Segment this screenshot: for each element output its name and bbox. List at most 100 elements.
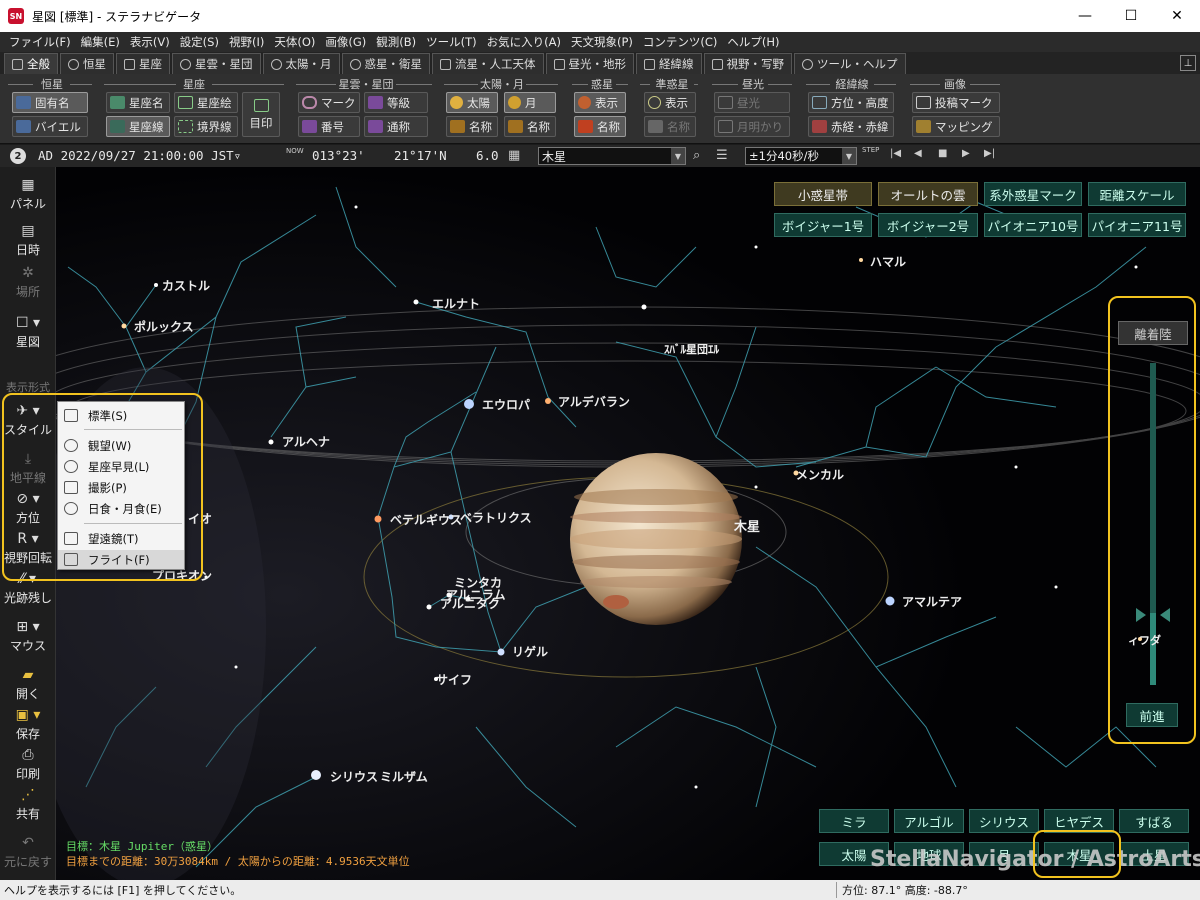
label-alhena[interactable]: アルヘナ xyxy=(282,433,330,450)
nebula-number-toggle[interactable]: 番号 xyxy=(298,116,360,137)
datetime-button[interactable]: ▤ 日時 xyxy=(0,223,56,258)
label-rigel[interactable]: リゲル xyxy=(512,643,548,660)
open-button[interactable]: ▰ 開く xyxy=(0,667,56,702)
landmark-toggle[interactable]: 目印 xyxy=(242,92,280,137)
menu-phenomena[interactable]: 天文現象(P) xyxy=(566,34,638,50)
tab-stars[interactable]: 恒星 xyxy=(60,53,114,74)
sun-toggle[interactable]: 太陽 xyxy=(446,92,498,113)
mode-badge[interactable]: 2 xyxy=(10,148,26,164)
goto-mira-button[interactable]: ミラ xyxy=(819,809,889,833)
panel-button[interactable]: ▦ パネル xyxy=(0,177,56,212)
target-object-select[interactable]: 木星 ▼ xyxy=(538,147,686,165)
daylight-toggle[interactable]: 昼光 xyxy=(714,92,790,113)
post-mark-toggle[interactable]: 投稿マーク xyxy=(912,92,1000,113)
style-flight-item[interactable]: フライト(F) xyxy=(58,550,184,569)
goto-algol-button[interactable]: アルゴル xyxy=(894,809,964,833)
menu-favorites[interactable]: お気に入り(A) xyxy=(482,34,566,50)
menu-file[interactable]: ファイル(F) xyxy=(4,34,76,50)
moonlight-toggle[interactable]: 月明かり xyxy=(714,116,790,137)
label-europa[interactable]: エウロパ xyxy=(482,396,530,413)
time-step-select[interactable]: ±1分40秒/秒 ▼ xyxy=(745,147,857,165)
nebula-magnitude-toggle[interactable]: 等級 xyxy=(364,92,428,113)
pioneer10-button[interactable]: パイオニア10号 xyxy=(984,213,1082,237)
maximize-button[interactable]: ☐ xyxy=(1108,0,1154,32)
style-observe-item[interactable]: 観望(W) xyxy=(58,436,184,455)
datetime-display[interactable]: AD 2022/09/27 21:00:00 JST▿ xyxy=(38,148,241,163)
menu-settings[interactable]: 設定(S) xyxy=(175,34,224,50)
distance-scale-button[interactable]: 距離スケール xyxy=(1088,182,1186,206)
zoom-display[interactable]: 6.0 xyxy=(476,148,499,163)
voyager2-button[interactable]: ボイジャー2号 xyxy=(878,213,978,237)
radec-grid-toggle[interactable]: 赤経・赤緯 xyxy=(808,116,894,137)
tab-general[interactable]: 全般 xyxy=(4,53,58,74)
menu-tools[interactable]: ツール(T) xyxy=(421,34,482,50)
style-photo-item[interactable]: 撮影(P) xyxy=(58,478,184,497)
stop-icon[interactable]: ■ xyxy=(938,148,947,159)
exoplanet-mark-button[interactable]: 系外惑星マーク xyxy=(984,182,1082,206)
mouse-button[interactable]: ⊞ ▾ マウス xyxy=(0,619,56,654)
menu-view[interactable]: 表示(V) xyxy=(125,34,175,50)
label-amalthea[interactable]: アマルテア xyxy=(902,593,962,610)
menu-object[interactable]: 天体(O) xyxy=(269,34,320,50)
skip-back-icon[interactable]: |◀ xyxy=(890,148,901,159)
list-icon[interactable]: ☰ xyxy=(716,148,728,163)
label-castor[interactable]: カストル xyxy=(162,277,210,294)
tab-sun-moon[interactable]: 太陽・月 xyxy=(262,53,340,74)
menu-observe[interactable]: 観測(B) xyxy=(371,34,421,50)
goto-pleiades-button[interactable]: すばる xyxy=(1119,809,1189,833)
sky-view[interactable]: 小惑星帯 オールトの雲 系外惑星マーク 距離スケール ボイジャー1号 ボイジャー… xyxy=(56,167,1200,880)
asteroid-belt-button[interactable]: 小惑星帯 xyxy=(774,182,872,206)
oort-cloud-button[interactable]: オールトの雲 xyxy=(878,182,978,206)
style-planisphere-item[interactable]: 星座早見(L) xyxy=(58,457,184,476)
chart-button[interactable]: ☐ ▾ 星図 xyxy=(0,315,56,350)
label-hamal[interactable]: ハマル xyxy=(870,253,906,270)
mapping-toggle[interactable]: マッピング xyxy=(912,116,1000,137)
tab-tools-help[interactable]: ツール・ヘルプ xyxy=(794,53,906,74)
bayer-toggle[interactable]: バイエル xyxy=(12,116,88,137)
label-overlap[interactable]: ｽﾊﾞﾙ星団ｴﾙ xyxy=(664,341,719,357)
now-icon[interactable]: NOW xyxy=(286,147,304,155)
menu-edit[interactable]: 編集(E) xyxy=(76,34,125,50)
share-button[interactable]: ⋰ 共有 xyxy=(0,787,56,822)
tab-constellations[interactable]: 星座 xyxy=(116,53,170,74)
longitude-display[interactable]: 013°23' xyxy=(312,148,365,163)
tab-meteors[interactable]: 流星・人工天体 xyxy=(432,53,544,74)
sun-name-toggle[interactable]: 名称 xyxy=(446,116,498,137)
label-elnath[interactable]: エルナト xyxy=(432,295,480,312)
label-bellatrix[interactable]: ベラトリクス xyxy=(460,509,532,526)
menu-help[interactable]: ヘルプ(H) xyxy=(722,34,784,50)
tab-planets[interactable]: 惑星・衛星 xyxy=(341,53,430,74)
label-saiph[interactable]: サイフ xyxy=(436,671,472,688)
label-alnitak[interactable]: アルニタク xyxy=(440,595,500,612)
tab-field-view[interactable]: 視野・写野 xyxy=(703,53,792,74)
goto-sirius-button[interactable]: シリウス xyxy=(969,809,1039,833)
dwarf-show-toggle[interactable]: 表示 xyxy=(644,92,696,113)
minimize-button[interactable]: — xyxy=(1062,0,1108,32)
tab-daylight[interactable]: 昼光・地形 xyxy=(545,53,634,74)
latitude-display[interactable]: 21°17'N xyxy=(394,148,447,163)
keyboard-icon[interactable]: ▦ xyxy=(508,148,520,163)
save-button[interactable]: ▣ ▾ 保存 xyxy=(0,707,56,742)
label-menkar[interactable]: メンカル xyxy=(796,466,844,483)
boundary-toggle[interactable]: 境界線 xyxy=(174,116,238,137)
menu-image[interactable]: 画像(G) xyxy=(320,34,371,50)
tab-nebulae[interactable]: 星雲・星団 xyxy=(172,53,261,74)
constellation-name-toggle[interactable]: 星座名 xyxy=(106,92,170,113)
planet-show-toggle[interactable]: 表示 xyxy=(574,92,626,113)
undo-button[interactable]: ↶ 元に戻す xyxy=(0,835,56,870)
nebula-common-name-toggle[interactable]: 通称 xyxy=(364,116,428,137)
dwarf-name-toggle[interactable]: 名称 xyxy=(644,116,696,137)
skip-forward-icon[interactable]: ▶| xyxy=(984,148,995,159)
play-reverse-icon[interactable]: ◀ xyxy=(914,148,922,159)
voyager1-button[interactable]: ボイジャー1号 xyxy=(774,213,872,237)
constellation-art-toggle[interactable]: 星座絵 xyxy=(174,92,238,113)
proper-name-toggle[interactable]: 固有名 xyxy=(12,92,88,113)
step-icon[interactable]: STEP xyxy=(862,146,879,154)
constellation-line-toggle[interactable]: 星座線 xyxy=(106,116,170,137)
label-aldebaran[interactable]: アルデバラン xyxy=(558,393,630,410)
label-betelgeuse[interactable]: ベテルギウス xyxy=(390,511,462,528)
label-sirius[interactable]: シリウス xyxy=(330,768,378,785)
pin-icon[interactable]: ⊥ xyxy=(1180,55,1196,71)
place-button[interactable]: ✲ 場所 xyxy=(0,265,56,300)
play-icon[interactable]: ▶ xyxy=(962,148,970,159)
